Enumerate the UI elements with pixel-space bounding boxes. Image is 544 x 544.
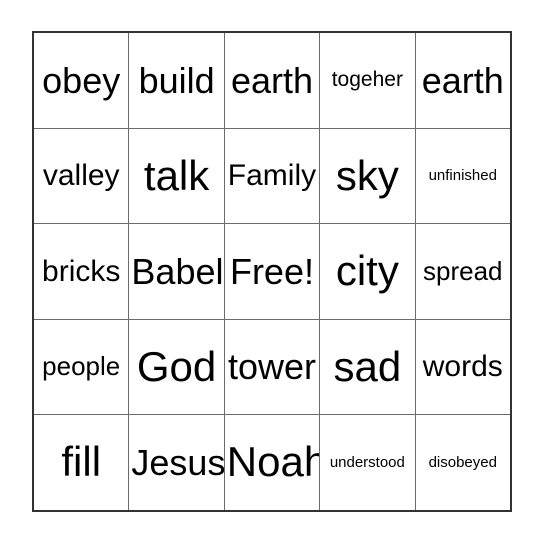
bingo-grid-body: obey build earth togeher earth valley talk Fami… [34, 33, 510, 510]
bingo-cell[interactable]: unfinished [414, 127, 510, 225]
bingo-cell[interactable]: words [414, 318, 510, 416]
bingo-grid: obey build earth togeher earth valley talk Fami… [34, 33, 510, 510]
bingo-free-space[interactable]: Free! [223, 223, 321, 320]
bingo-cell[interactable]: obey [34, 33, 130, 129]
bingo-cell[interactable]: valley [34, 127, 130, 225]
bingo-row: valley talk Family sky unfinished [34, 127, 510, 225]
bingo-cell[interactable]: Babel [128, 223, 225, 320]
bingo-cell[interactable]: sad [319, 318, 416, 416]
bingo-cell[interactable]: Family [223, 127, 321, 225]
bingo-row: bricks Babel Free! city spread [34, 223, 510, 320]
bingo-cell[interactable]: earth [223, 33, 321, 129]
bingo-cell[interactable]: Noah [223, 414, 321, 510]
bingo-cell[interactable]: fill [34, 414, 130, 510]
bingo-row: people God tower sad words [34, 318, 510, 416]
bingo-cell[interactable]: sky [319, 127, 416, 225]
bingo-cell[interactable]: disobeyed [414, 414, 510, 510]
bingo-cell[interactable]: God [128, 318, 225, 416]
bingo-cell[interactable]: spread [414, 223, 510, 320]
bingo-row: fill Jesus Noah understood disobeyed [34, 414, 510, 510]
bingo-row: obey build earth togeher earth [34, 33, 510, 129]
bingo-cell[interactable]: bricks [34, 223, 130, 320]
bingo-cell[interactable]: people [34, 318, 130, 416]
bingo-cell[interactable]: earth [414, 33, 510, 129]
bingo-card: obey build earth togeher earth valley talk Fami… [32, 31, 512, 512]
bingo-cell[interactable]: city [319, 223, 416, 320]
bingo-cell[interactable]: talk [128, 127, 225, 225]
bingo-cell[interactable]: build [128, 33, 225, 129]
bingo-cell[interactable]: tower [223, 318, 321, 416]
bingo-cell[interactable]: understood [319, 414, 416, 510]
bingo-cell[interactable]: togeher [319, 33, 416, 129]
bingo-cell[interactable]: Jesus [128, 414, 225, 510]
